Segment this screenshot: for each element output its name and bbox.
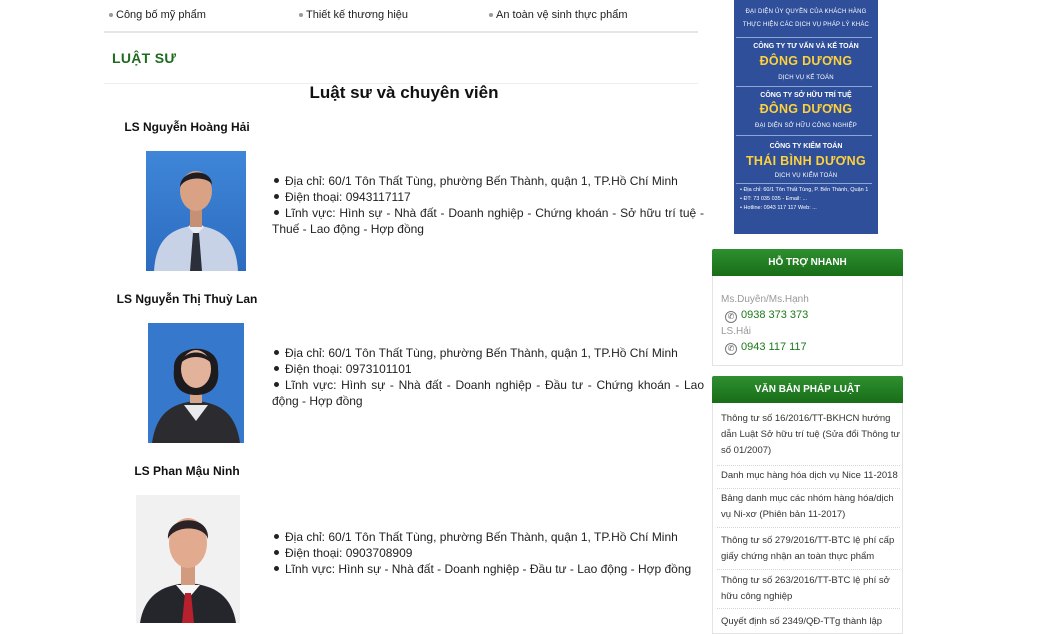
- top-link-label: Công bố mỹ phẩm: [116, 9, 206, 21]
- phone-icon: ✆: [725, 311, 737, 323]
- law-item-link[interactable]: Thông tư số 279/2016/TT-BTC lệ phí cấp g…: [721, 533, 901, 565]
- top-link-bar: Công bố mỹ phẩm Thiết kế thương hiệu An …: [104, 0, 698, 33]
- bullet-icon: [274, 350, 279, 356]
- lawyer-info: Địa chỉ: 60/1 Tôn Thất Tùng, phường Bến …: [272, 529, 704, 577]
- support-contact-name: Ms.Duyên/Ms.Hạnh: [721, 294, 809, 305]
- banner-company: CÔNG TY TƯ VẤN VÀ KẾ TOÁN: [753, 43, 859, 50]
- fields-text: Lĩnh vực: Hình sự - Nhà đất - Doanh nghi…: [272, 378, 704, 408]
- banner-footer: • Địa chỉ: 60/1 Tôn Thất Tùng, P. Bến Th…: [740, 186, 874, 213]
- fields-text: Lĩnh vực: Hình sự - Nhà đất - Doanh nghi…: [272, 206, 704, 236]
- address-text: Địa chỉ: 60/1 Tôn Thất Tùng, phường Bến …: [285, 346, 678, 360]
- services-banner[interactable]: ĐẠI DIỆN ỦY QUYỀN CỦA KHÁCH HÀNG THỰC HI…: [734, 0, 878, 234]
- phone-text: Điện thoại: 0903708909: [285, 546, 413, 560]
- top-link-branding[interactable]: Thiết kế thương hiệu: [299, 9, 409, 21]
- banner-service: DỊCH VỤ KIỂM TOÁN: [774, 173, 838, 179]
- page-heading: Luật sư và chuyên viên: [309, 83, 499, 102]
- lawyer-name: LS Phan Mậu Ninh: [134, 464, 240, 478]
- phone-text: Điện thoại: 0973101101: [285, 362, 412, 376]
- info-address: Địa chỉ: 60/1 Tôn Thất Tùng, phường Bến …: [272, 173, 704, 189]
- banner-footer-address: • Địa chỉ: 60/1 Tôn Thất Tùng, P. Bến Th…: [740, 187, 869, 193]
- address-text: Địa chỉ: 60/1 Tôn Thất Tùng, phường Bến …: [285, 530, 678, 544]
- bullet-icon: [109, 13, 113, 17]
- banner-footer-hotline: • Hotline: 0943 117 117 Web: ...: [740, 205, 817, 211]
- law-item-link[interactable]: Thông tư số 263/2016/TT-BTC lệ phí sở hữ…: [721, 573, 901, 605]
- top-link-food-safety[interactable]: An toàn vệ sinh thực phẩm: [489, 9, 628, 21]
- section-header: LUẬT SƯ: [104, 34, 698, 84]
- list-divider: [717, 527, 900, 528]
- bullet-icon: [274, 382, 279, 388]
- support-phone-link[interactable]: ✆ 0938 373 373: [725, 309, 808, 323]
- top-link-label: Thiết kế thương hiệu: [306, 9, 409, 21]
- banner-service: ĐẠI DIỆN SỞ HỮU CÔNG NGHIỆP: [754, 123, 857, 129]
- law-item-link[interactable]: Thông tư số 16/2016/TT-BKHCN hướng dẫn L…: [721, 411, 901, 459]
- top-link-label: An toàn vệ sinh thực phẩm: [496, 9, 628, 21]
- support-contact-name: LS.Hải: [721, 326, 752, 337]
- list-divider: [717, 608, 900, 609]
- list-divider: [717, 569, 900, 570]
- banner-footer-phone: • ĐT: 73 035 035 - Email: ...: [740, 196, 808, 202]
- info-phone: Điện thoại: 0973101101: [272, 361, 704, 377]
- info-fields: Lĩnh vực: Hình sự - Nhà đất - Doanh nghi…: [272, 205, 704, 237]
- top-link-cosmetics[interactable]: Công bố mỹ phẩm: [109, 9, 206, 21]
- lawyer-info: Địa chỉ: 60/1 Tôn Thất Tùng, phường Bến …: [272, 173, 704, 237]
- phone-icon: ✆: [725, 343, 737, 355]
- bullet-icon: [489, 13, 493, 17]
- support-phone-link[interactable]: ✆ 0943 117 117: [725, 341, 807, 355]
- banner-company: CÔNG TY KIỂM TOÁN: [769, 143, 843, 150]
- lawyer-info: Địa chỉ: 60/1 Tôn Thất Tùng, phường Bến …: [272, 345, 704, 409]
- law-item-link[interactable]: Quyết định số 2349/QĐ-TTg thành lập: [721, 614, 901, 630]
- bullet-icon: [274, 194, 279, 200]
- banner-divider: [736, 86, 872, 87]
- laws-header: VĂN BẢN PHÁP LUẬT: [712, 376, 903, 403]
- bullet-icon: [274, 366, 279, 372]
- info-phone: Điện thoại: 0903708909: [272, 545, 704, 561]
- phone-text: Điện thoại: 0943117117: [285, 190, 411, 204]
- list-divider: [717, 488, 900, 489]
- bullet-icon: [274, 534, 279, 540]
- list-divider: [717, 465, 900, 466]
- support-phone-number: 0938 373 373: [741, 309, 809, 321]
- lawyer-name: LS Nguyễn Hoàng Hải: [124, 120, 250, 134]
- info-address: Địa chỉ: 60/1 Tôn Thất Tùng, phường Bến …: [272, 529, 704, 545]
- info-fields: Lĩnh vực: Hình sự - Nhà đất - Doanh nghi…: [272, 377, 704, 409]
- banner-brand: ĐÔNG DƯƠNG: [759, 54, 853, 68]
- banner-divider: [736, 37, 872, 38]
- law-item-link[interactable]: Danh mục hàng hóa dịch vụ Nice 11-2018: [721, 468, 901, 484]
- bullet-icon: [274, 550, 279, 556]
- support-header: HỖ TRỢ NHANH: [712, 249, 903, 276]
- banner-brand: ĐÔNG DƯƠNG: [759, 102, 853, 116]
- bullet-icon: [299, 13, 303, 17]
- section-title: LUẬT SƯ: [112, 50, 177, 66]
- lawyer-photo: [146, 151, 246, 271]
- bullet-icon: [274, 178, 279, 184]
- lawyer-photo: [148, 323, 244, 443]
- banner-line: ĐẠI DIỆN ỦY QUYỀN CỦA KHÁCH HÀNG: [745, 9, 867, 15]
- banner-divider: [736, 183, 872, 184]
- banner-line: THỰC HIỆN CÁC DỊCH VỤ PHÁP LÝ KHÁC: [742, 22, 870, 28]
- info-fields: Lĩnh vực: Hình sự - Nhà đất - Doanh nghi…: [272, 561, 704, 577]
- address-text: Địa chỉ: 60/1 Tôn Thất Tùng, phường Bến …: [285, 174, 678, 188]
- info-phone: Điện thoại: 0943117117: [272, 189, 704, 205]
- lawyer-name: LS Nguyễn Thị Thuỳ Lan: [116, 292, 258, 306]
- law-item-link[interactable]: Bảng danh mục các nhóm hàng hóa/dịch vụ …: [721, 491, 901, 523]
- banner-service: DỊCH VỤ KẾ TOÁN: [778, 75, 834, 81]
- support-phone-number: 0943 117 117: [741, 341, 807, 353]
- lawyer-photo: [136, 495, 240, 623]
- laws-list: Thông tư số 16/2016/TT-BKHCN hướng dẫn L…: [712, 403, 903, 634]
- bullet-icon: [274, 566, 279, 572]
- support-box: Ms.Duyên/Ms.Hạnh ✆ 0938 373 373 LS.Hải ✆ 0…: [712, 276, 903, 366]
- banner-divider: [736, 135, 872, 136]
- banner-brand: THÁI BÌNH DƯƠNG: [746, 154, 866, 168]
- banner-company: CÔNG TY SỞ HỮU TRÍ TUỆ: [760, 92, 852, 99]
- fields-text: Lĩnh vực: Hình sự - Nhà đất - Doanh nghi…: [285, 562, 692, 576]
- info-address: Địa chỉ: 60/1 Tôn Thất Tùng, phường Bến …: [272, 345, 704, 361]
- bullet-icon: [274, 210, 279, 216]
